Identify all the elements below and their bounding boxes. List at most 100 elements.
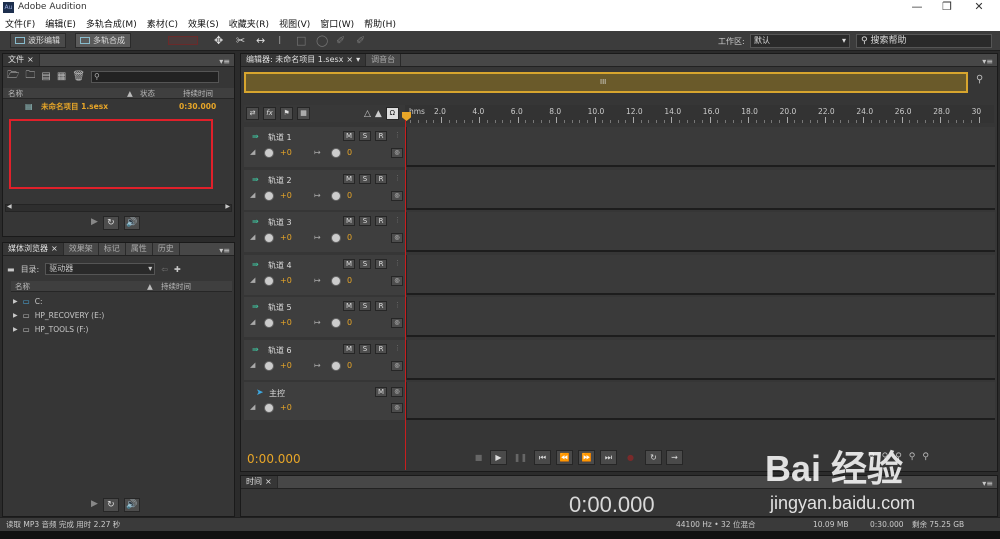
sends-icon[interactable]: ⚑	[280, 107, 293, 120]
tab-browser-4[interactable]: 历史	[153, 243, 180, 255]
close-icon[interactable]: ×	[51, 243, 58, 255]
restore-icon[interactable]: ❐	[932, 0, 962, 15]
snap-icon[interactable]: ▲	[375, 109, 382, 119]
stop-icon[interactable]: ■	[470, 450, 487, 465]
metronome-icon[interactable]: △	[364, 109, 371, 119]
col-name[interactable]: 名称	[15, 281, 30, 292]
go-start-icon[interactable]: ⏮	[534, 450, 551, 465]
record-arm-button[interactable]: R	[375, 258, 387, 269]
track-lane[interactable]: ⇛ 轨道 5 M S R ⋮ ◢ +0 ↦ 0 ◎	[244, 297, 995, 338]
panel-menu-icon[interactable]: ▾≡	[982, 479, 997, 488]
panel-menu-icon[interactable]: ▾≡	[219, 246, 234, 255]
eq-icon[interactable]: ▦	[297, 107, 310, 120]
volume-knob[interactable]	[264, 190, 274, 201]
track-name[interactable]: 轨道 1	[268, 132, 292, 143]
rewind-icon[interactable]: ⏪	[556, 450, 573, 465]
expand-icon[interactable]: ▶	[13, 326, 18, 333]
tab-time[interactable]: 时间 ×	[241, 476, 278, 488]
track-lane[interactable]: ⇛ 轨道 6 M S R ⋮ ◢ +0 ↦ 0 ◎	[244, 340, 995, 380]
fx-icon[interactable]: fx	[263, 107, 276, 120]
loop-icon[interactable]: ↻	[645, 450, 662, 465]
grip-icon[interactable]: ⋮	[394, 216, 401, 224]
multitrack-button[interactable]: 多轨合成	[75, 33, 131, 48]
go-end-icon[interactable]: ⏭	[600, 450, 617, 465]
pan-knob[interactable]	[331, 275, 341, 286]
pan-knob[interactable]	[331, 190, 341, 201]
solo-button[interactable]: S	[359, 301, 371, 312]
headphone-icon[interactable]: Ω	[385, 107, 399, 120]
track-volume[interactable]: +0	[280, 233, 292, 242]
grip-icon[interactable]: ⋮	[394, 344, 401, 352]
menu-item[interactable]: 窗口(W)	[315, 15, 359, 31]
monitor-icon[interactable]: ◎	[391, 403, 403, 413]
mute-button[interactable]: M	[343, 344, 355, 354]
monitor-icon[interactable]: ◎	[391, 190, 403, 201]
record-arm-button[interactable]: R	[375, 344, 387, 354]
tab-editor[interactable]: 编辑器: 未命名项目 1.sesx × ▾	[241, 54, 367, 66]
healing-icon[interactable]: ✐	[356, 34, 365, 47]
tab-browser-3[interactable]: 属性	[126, 243, 153, 255]
volume-knob[interactable]	[264, 233, 274, 244]
workspace-select[interactable]: 默认 ▾	[750, 34, 850, 48]
fast-forward-icon[interactable]: ⏩	[578, 450, 595, 465]
menu-item[interactable]: 收藏夹(R)	[224, 15, 274, 31]
pan-knob[interactable]	[331, 148, 341, 158]
track-name[interactable]: 轨道 2	[268, 175, 292, 186]
zoom-out-icon[interactable]: ⚲	[909, 452, 916, 462]
tab-browser-0[interactable]: 媒体浏览器 ×	[3, 243, 64, 255]
speaker-icon[interactable]: 🔊	[123, 498, 140, 512]
menu-item[interactable]: 效果(S)	[183, 15, 224, 31]
close-icon[interactable]: ×	[265, 476, 272, 488]
pause-icon[interactable]: ❚❚	[512, 450, 529, 465]
zoom-icon[interactable]: ⚲	[976, 74, 983, 85]
track-pan[interactable]: 0	[347, 276, 352, 285]
speaker-icon[interactable]: 🔊	[123, 216, 140, 230]
solo-button[interactable]: S	[359, 344, 371, 354]
track-pan[interactable]: 0	[347, 318, 352, 327]
volume-knob[interactable]	[264, 318, 274, 329]
volume-knob[interactable]	[264, 361, 274, 371]
track-name[interactable]: 轨道 3	[268, 217, 292, 228]
skip-icon[interactable]: ⇝	[666, 450, 683, 465]
help-search-input[interactable]: ⚲ 搜索帮助	[856, 34, 992, 48]
open-folder-icon[interactable]: 🗁	[7, 68, 19, 85]
brush-icon[interactable]: ✐	[336, 34, 345, 47]
list-item[interactable]: ▤ 未命名项目 1.sesx 0:30.000	[3, 101, 234, 113]
horizontal-scrollbar[interactable]: ◀ ▶	[5, 203, 232, 212]
import-icon[interactable]: 🗀	[25, 68, 35, 85]
play-icon[interactable]: ▶	[91, 216, 98, 230]
track-lane[interactable]: ⇛ 轨道 2 M S R ⋮ ◢ +0 ↦ 0 ◎	[244, 169, 995, 210]
track-volume[interactable]: +0	[280, 191, 292, 200]
time-ruler[interactable]: hms 2.0 4.0 6.0 8.0 10.0 12.0 14.0 16.0 18.0 20.0…	[405, 105, 994, 123]
menu-item[interactable]: 多轨合成(M)	[81, 15, 142, 31]
solo-button[interactable]: S	[359, 131, 371, 141]
time-select-icon[interactable]: I	[278, 34, 281, 47]
solo-button[interactable]: S	[359, 216, 371, 227]
col-duration[interactable]: 持续时间	[183, 88, 213, 99]
add-shortcut-icon[interactable]: ✚	[174, 265, 181, 274]
track-lane[interactable]: ⇛ 轨道 4 M S R ⋮ ◢ +0 ↦ 0 ◎	[244, 254, 995, 295]
panel-menu-icon[interactable]: ▾≡	[982, 57, 997, 66]
tab-browser-1[interactable]: 效果架	[64, 243, 99, 255]
track-volume[interactable]: +0	[280, 361, 292, 370]
monitor-icon[interactable]: ◎	[391, 233, 403, 244]
expand-icon[interactable]: ▶	[13, 312, 18, 319]
pan-knob[interactable]	[331, 233, 341, 244]
track-name[interactable]: 轨道 4	[268, 260, 292, 271]
pan-knob[interactable]	[331, 318, 341, 329]
mute-button[interactable]: M	[375, 387, 387, 397]
track-name[interactable]: 轨道 6	[268, 345, 292, 356]
track-pan[interactable]: 0	[347, 361, 352, 370]
list-item[interactable]: ▶ ▭ HP_RECOVERY (E:)	[11, 308, 232, 322]
track-pan[interactable]: 0	[347, 148, 352, 157]
track-lane[interactable]: ⇛ 轨道 1 M S R ⋮ ◢ +0 ↦ 0 ◎	[244, 127, 995, 167]
solo-button[interactable]: S	[359, 173, 371, 184]
new-icon[interactable]: ▦	[57, 71, 66, 82]
io-icon[interactable]: ⇄	[246, 107, 259, 120]
menu-item[interactable]: 文件(F)	[0, 15, 40, 31]
record-arm-button[interactable]: R	[375, 301, 387, 312]
grip-icon[interactable]: ⋮	[394, 174, 401, 182]
grip-icon[interactable]: ⋮	[394, 131, 401, 139]
record-arm-button[interactable]: R	[375, 216, 387, 227]
col-status[interactable]: 状态	[140, 88, 155, 99]
